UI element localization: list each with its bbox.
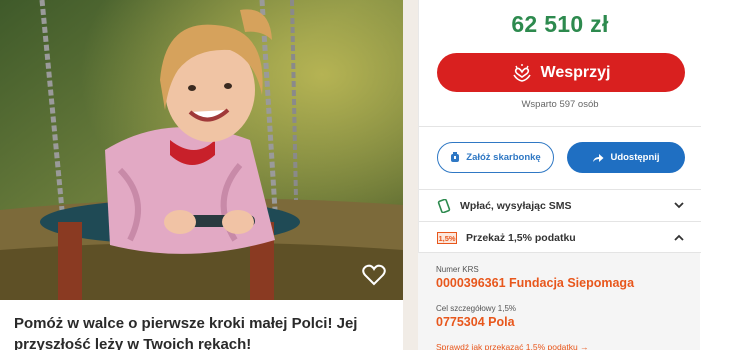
- goal-value[interactable]: 0775304 Pola: [436, 315, 515, 329]
- krs-label: Numer KRS: [436, 265, 479, 274]
- supporters-count: Wsparto 597 osób: [521, 99, 599, 110]
- tax-badge-text: 1,5%: [438, 234, 455, 243]
- photo-illustration: [0, 0, 403, 300]
- favorite-heart-button[interactable]: [362, 264, 386, 286]
- tax-badge-icon: 1,5%: [437, 231, 457, 244]
- phone-icon: [437, 198, 451, 213]
- amount-raised: 62 510 zł: [511, 11, 609, 37]
- donate-button[interactable]: Wesprzyj: [437, 53, 685, 92]
- piggy-bank-label: Załóż skarbonkę: [466, 152, 541, 163]
- campaign-caption: Pomóż w walce o pierwsze kroki małej Pol…: [0, 300, 403, 350]
- tax-donation-row[interactable]: 1,5% Przekaż 1,5% podatku: [419, 222, 701, 253]
- share-button[interactable]: Udostępnij: [567, 142, 685, 173]
- sms-label: Wpłać, wysyłając SMS: [460, 199, 572, 212]
- divider: [419, 126, 701, 127]
- share-arrow-icon: [593, 153, 604, 162]
- sms-donation-row[interactable]: Wpłać, wysyłając SMS: [419, 190, 701, 221]
- heart-outline-icon: [362, 264, 386, 286]
- separator-strip: [403, 0, 418, 350]
- campaign-title: Pomóż w walce o pierwsze kroki małej Pol…: [14, 315, 358, 350]
- chevron-down-icon: [674, 202, 684, 209]
- krs-value[interactable]: 0000396361 Fundacja Siepomaga: [436, 276, 634, 290]
- campaign-photo: [0, 0, 403, 300]
- piggy-bank-icon: [451, 152, 460, 162]
- share-label: Udostępnij: [610, 152, 660, 163]
- goal-label: Cel szczegółowy 1,5%: [436, 304, 517, 313]
- tax-howto-link[interactable]: Sprawdź jak przekazać 1,5% podatku →: [436, 342, 589, 350]
- heart-hand-icon: [512, 63, 531, 82]
- chevron-up-icon: [674, 234, 684, 241]
- tax-label: Przekaż 1,5% podatku: [466, 231, 576, 244]
- tax-details: Numer KRS 0000396361 Fundacja Siepomaga …: [418, 253, 700, 350]
- piggy-bank-button[interactable]: Załóż skarbonkę: [437, 142, 554, 173]
- donate-label: Wesprzyj: [540, 63, 611, 81]
